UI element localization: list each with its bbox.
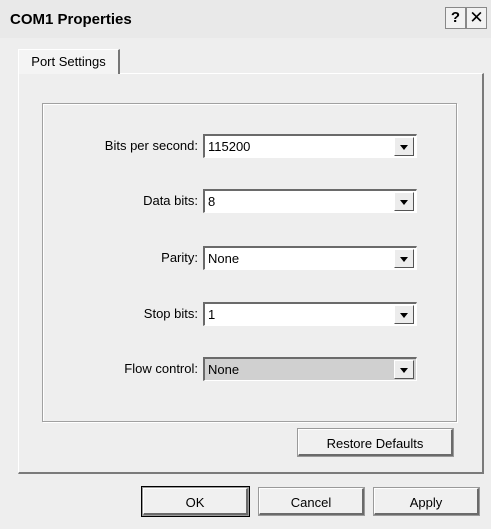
stop-bits-value: 1: [208, 307, 216, 322]
tab-port-settings[interactable]: Port Settings: [18, 49, 120, 74]
chevron-down-icon[interactable]: [394, 192, 414, 211]
data-bits-select[interactable]: 8: [203, 189, 417, 213]
data-bits-value: 8: [208, 194, 216, 209]
flow-control-row: Flow control: None: [0, 357, 491, 381]
chevron-down-icon[interactable]: [394, 137, 414, 156]
stop-bits-row: Stop bits: 1: [0, 302, 491, 326]
bits-per-second-select[interactable]: 115200: [203, 134, 417, 158]
chevron-down-icon[interactable]: [394, 305, 414, 324]
parity-row: Parity: None: [0, 246, 491, 270]
parity-select[interactable]: None: [203, 246, 417, 270]
bits-per-second-label: Bits per second:: [104, 138, 198, 153]
ok-button[interactable]: OK: [141, 486, 250, 517]
window-title: COM1 Properties: [10, 11, 132, 28]
stop-bits-label: Stop bits:: [143, 306, 198, 321]
close-icon: ✕: [469, 8, 484, 27]
data-bits-label: Data bits:: [143, 193, 198, 208]
title-bar[interactable]: COM1 Properties ? ✕: [0, 0, 491, 38]
chevron-down-icon[interactable]: [394, 360, 414, 379]
bits-per-second-row: Bits per second: 115200: [0, 134, 491, 158]
help-button[interactable]: ?: [445, 7, 466, 29]
flow-control-select[interactable]: None: [203, 357, 417, 381]
flow-control-label: Flow control:: [124, 361, 198, 376]
cancel-button[interactable]: Cancel: [258, 487, 365, 516]
stop-bits-select[interactable]: 1: [203, 302, 417, 326]
parity-label: Parity:: [161, 250, 198, 265]
chevron-down-icon[interactable]: [394, 249, 414, 268]
data-bits-row: Data bits: 8: [0, 189, 491, 213]
com1-properties-dialog: COM1 Properties ? ✕ Port Settings Bits p…: [0, 0, 491, 529]
restore-defaults-button[interactable]: Restore Defaults: [297, 428, 454, 457]
bits-per-second-value: 115200: [208, 139, 251, 154]
apply-button[interactable]: Apply: [373, 487, 480, 516]
flow-control-value: None: [208, 362, 240, 377]
close-button[interactable]: ✕: [466, 7, 487, 29]
parity-value: None: [208, 251, 240, 266]
